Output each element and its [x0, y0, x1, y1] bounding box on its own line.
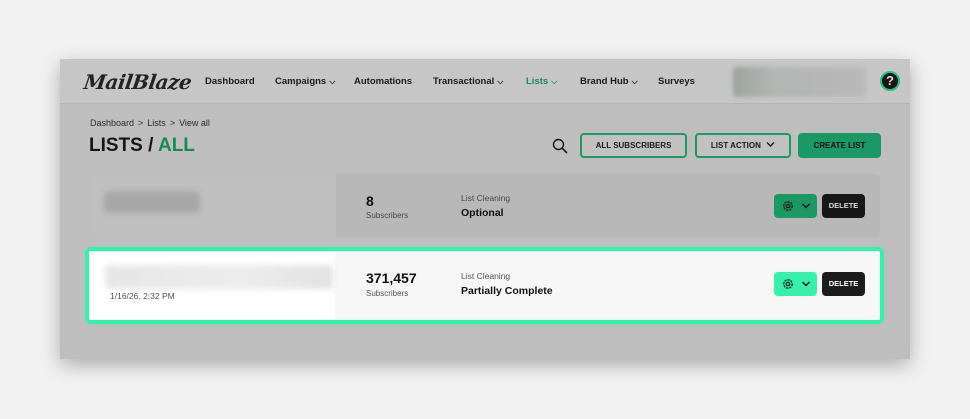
- delete-button[interactable]: DELETE: [822, 194, 865, 218]
- chevron-down-icon: [766, 142, 775, 147]
- page-title: LISTS / ALL: [89, 135, 195, 156]
- chevron-down-icon: ⌵: [631, 77, 638, 86]
- list-name-pane: 1/16/26, 2:32 PM: [89, 251, 335, 320]
- top-navigation: MailBlaze Dashboard Campaigns ⌵ Automatio…: [60, 59, 910, 104]
- list-card: 8 Subscribers List Cleaning Optional DEL…: [90, 174, 880, 238]
- breadcrumb-dashboard[interactable]: Dashboard: [90, 118, 134, 128]
- breadcrumb: Dashboard > Lists > View all: [90, 118, 214, 128]
- delete-button[interactable]: DELETE: [822, 272, 865, 296]
- subscriber-count: 371,457: [366, 270, 417, 286]
- subscriber-label: Subscribers: [366, 289, 409, 298]
- list-name-redacted[interactable]: [104, 191, 200, 213]
- list-created-date: 1/16/26, 2:32 PM: [110, 291, 175, 301]
- list-name-pane: [90, 174, 336, 238]
- breadcrumb-lists[interactable]: Lists: [147, 118, 166, 128]
- list-action-button[interactable]: LIST ACTION: [695, 133, 791, 158]
- list-cleaning-label: List Cleaning: [461, 193, 511, 203]
- chevron-down-icon: [802, 203, 810, 209]
- chevron-down-icon: [802, 281, 810, 287]
- chevron-down-icon: ⌵: [497, 77, 504, 86]
- list-cleaning-status: Partially Complete: [461, 285, 553, 297]
- chevron-down-icon: ⌵: [551, 77, 558, 86]
- help-icon[interactable]: ?: [880, 71, 900, 91]
- account-menu[interactable]: [733, 67, 866, 97]
- nav-dashboard[interactable]: Dashboard: [205, 76, 255, 87]
- nav-campaigns[interactable]: Campaigns ⌵: [275, 76, 335, 87]
- subscriber-count: 8: [366, 193, 374, 209]
- nav-lists[interactable]: Lists ⌵: [526, 76, 557, 87]
- all-subscribers-button[interactable]: ALL SUBSCRIBERS: [580, 133, 687, 158]
- gear-icon: [783, 201, 793, 211]
- search-icon[interactable]: [552, 138, 568, 154]
- create-list-button[interactable]: CREATE LIST: [798, 133, 881, 158]
- subscriber-label: Subscribers: [366, 211, 409, 220]
- highlighted-list-card: 1/16/26, 2:32 PM 371,457 Subscribers Lis…: [85, 247, 884, 324]
- list-settings-button[interactable]: [774, 272, 817, 296]
- nav-transactional[interactable]: Transactional ⌵: [433, 76, 503, 87]
- chevron-down-icon: ⌵: [329, 77, 336, 86]
- gear-icon: [783, 279, 793, 289]
- list-name-redacted[interactable]: [105, 265, 333, 289]
- breadcrumb-separator: >: [169, 118, 176, 128]
- list-cleaning-label: List Cleaning: [461, 271, 511, 281]
- mailblaze-logo[interactable]: MailBlaze: [82, 70, 193, 94]
- nav-surveys[interactable]: Surveys: [658, 76, 695, 87]
- breadcrumb-separator: >: [138, 118, 144, 128]
- breadcrumb-current: View all: [179, 118, 210, 128]
- nav-automations[interactable]: Automations: [354, 76, 412, 87]
- list-cleaning-status: Optional: [461, 207, 504, 219]
- nav-brand-hub[interactable]: Brand Hub ⌵: [580, 76, 638, 87]
- list-settings-button[interactable]: [774, 194, 817, 218]
